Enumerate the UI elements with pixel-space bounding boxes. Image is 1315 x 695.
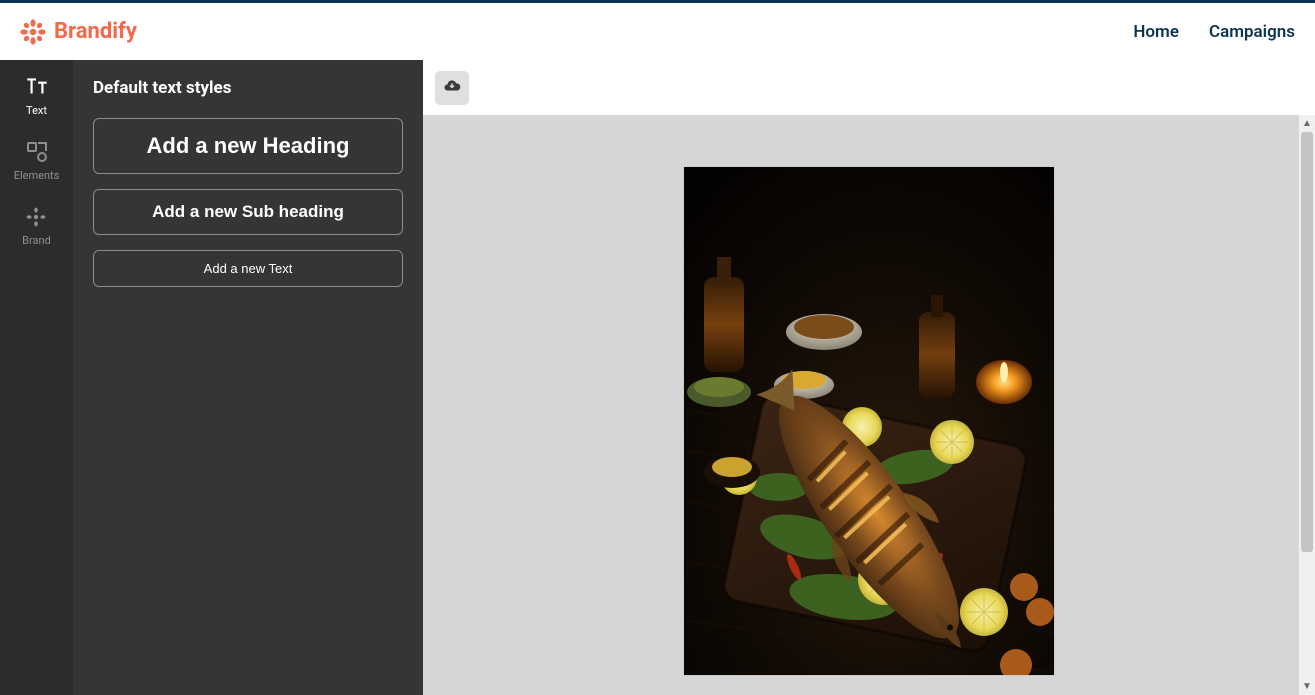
rail-label-text: Text — [26, 104, 47, 117]
side-rail: Text Elements Br — [0, 60, 73, 695]
panel-title: Default text styles — [93, 78, 403, 98]
canvas-toolbar — [423, 60, 1315, 115]
canvas-stage[interactable] — [423, 115, 1315, 695]
text-panel: Default text styles Add a new Heading Ad… — [73, 60, 423, 695]
download-cloud-icon — [443, 77, 461, 99]
rail-item-brand[interactable]: Brand — [22, 204, 51, 247]
brand-name: Brandify — [54, 19, 137, 44]
shapes-icon — [24, 139, 50, 165]
brand-logo[interactable]: Brandify — [20, 19, 137, 45]
add-heading-button[interactable]: Add a new Heading — [93, 118, 403, 174]
workspace: Text Elements Br — [0, 60, 1315, 695]
canvas-stage-wrap: ▲ ▼ — [423, 115, 1315, 695]
nav-campaigns[interactable]: Campaigns — [1209, 22, 1295, 42]
canvas-area: ▲ ▼ — [423, 60, 1315, 695]
rail-item-elements[interactable]: Elements — [14, 139, 60, 182]
canvas-image[interactable] — [684, 167, 1054, 675]
app-header: Brandify Home Campaigns — [0, 0, 1315, 60]
text-icon — [24, 74, 50, 100]
brand-logo-icon — [20, 19, 46, 45]
scroll-thumb[interactable] — [1301, 132, 1313, 552]
add-text-button[interactable]: Add a new Text — [93, 250, 403, 287]
nav-home[interactable]: Home — [1133, 22, 1179, 42]
add-subheading-button[interactable]: Add a new Sub heading — [93, 189, 403, 235]
flower-icon — [23, 204, 49, 230]
scroll-up-button[interactable]: ▲ — [1299, 115, 1315, 132]
rail-label-brand: Brand — [22, 234, 51, 247]
header-nav: Home Campaigns — [1133, 22, 1295, 42]
vertical-scrollbar[interactable]: ▲ ▼ — [1298, 115, 1315, 695]
scroll-down-button[interactable]: ▼ — [1299, 678, 1315, 695]
download-button[interactable] — [435, 71, 469, 105]
rail-item-text[interactable]: Text — [24, 74, 50, 117]
rail-label-elements: Elements — [14, 169, 60, 182]
